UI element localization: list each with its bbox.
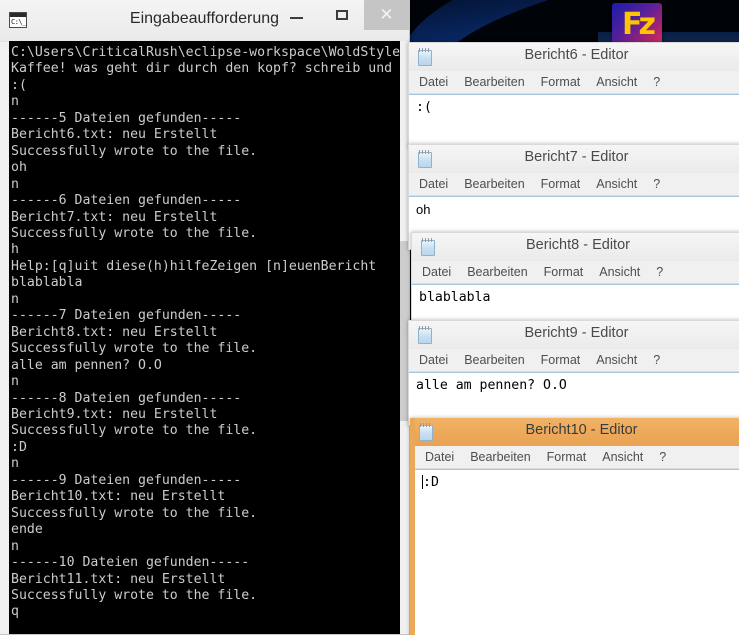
notepad-text-content: :D	[423, 475, 439, 490]
notepad-title-bar[interactable]: Bericht6 - Editor	[409, 43, 739, 71]
fz-logo-icon: Fz	[612, 3, 662, 47]
notepad-title-bar[interactable]: Bericht7 - Editor	[409, 145, 739, 173]
maximize-button[interactable]	[319, 0, 364, 30]
menu-item-ansicht[interactable]: Ansicht	[596, 75, 637, 89]
menu-item-ansicht[interactable]: Ansicht	[599, 265, 640, 279]
menu-item-datei[interactable]: Datei	[419, 177, 448, 191]
close-icon: ✕	[379, 5, 394, 25]
notepad-title-text: Bericht7 - Editor	[524, 149, 629, 165]
notepad-text-area[interactable]: :(	[409, 94, 739, 147]
menu-item-hilfe[interactable]: ?	[653, 75, 660, 89]
minimize-icon	[290, 17, 303, 19]
cmd-console-area[interactable]: C:\Users\CriticalRush\eclipse-workspace\…	[9, 41, 407, 634]
notepad-title-bar[interactable]: Bericht8 - Editor	[412, 233, 739, 261]
menu-item-ansicht[interactable]: Ansicht	[596, 353, 637, 367]
command-prompt-window[interactable]: C:\_ Eingabeaufforderung ✕ C:\Users\Crit…	[0, 0, 410, 635]
menu-item-bearbeiten[interactable]: Bearbeiten	[470, 450, 530, 464]
cmd-caption-buttons: ✕	[274, 0, 409, 30]
notepad-menu-bar[interactable]: Datei Bearbeiten Format Ansicht ?	[409, 349, 739, 372]
menu-item-bearbeiten[interactable]: Bearbeiten	[467, 265, 527, 279]
cmd-console-text: C:\Users\CriticalRush\eclipse-workspace\…	[11, 45, 401, 620]
menu-item-format[interactable]: Format	[541, 353, 581, 367]
menu-item-datei[interactable]: Datei	[425, 450, 454, 464]
notepad-window-bericht9[interactable]: Bericht9 - Editor Datei Bearbeiten Forma…	[408, 320, 739, 426]
fz-logo-glyph: Fz	[622, 7, 656, 42]
notepad-title-text: Bericht8 - Editor	[526, 237, 630, 253]
menu-item-bearbeiten[interactable]: Bearbeiten	[464, 75, 524, 89]
menu-item-datei[interactable]: Datei	[419, 75, 448, 89]
close-button[interactable]: ✕	[364, 0, 409, 30]
menu-item-hilfe[interactable]: ?	[653, 177, 660, 191]
menu-item-ansicht[interactable]: Ansicht	[596, 177, 637, 191]
menu-item-hilfe[interactable]: ?	[659, 450, 666, 464]
notepad-window-bericht10[interactable]: Bericht10 - Editor Datei Bearbeiten Form…	[410, 418, 739, 635]
menu-item-ansicht[interactable]: Ansicht	[602, 450, 643, 464]
notepad-window-bericht6[interactable]: Bericht6 - Editor Datei Bearbeiten Forma…	[408, 42, 739, 148]
notepad-menu-bar[interactable]: Datei Bearbeiten Format Ansicht ?	[409, 71, 739, 94]
notepad-menu-bar[interactable]: Datei Bearbeiten Format Ansicht ?	[409, 173, 739, 196]
notepad-text-area-active[interactable]: :D	[415, 469, 739, 635]
menu-item-hilfe[interactable]: ?	[653, 353, 660, 367]
cmd-title-bar[interactable]: C:\_ Eingabeaufforderung ✕	[0, 0, 409, 42]
menu-item-datei[interactable]: Datei	[419, 353, 448, 367]
menu-item-format[interactable]: Format	[541, 177, 581, 191]
notepad-title-text: Bericht9 - Editor	[524, 325, 629, 341]
menu-item-bearbeiten[interactable]: Bearbeiten	[464, 353, 524, 367]
menu-item-format[interactable]: Format	[541, 75, 581, 89]
desktop-screen: Fz C:\_ Eingabeaufforderung ✕ C:\Users\C…	[0, 0, 739, 635]
menu-item-bearbeiten[interactable]: Bearbeiten	[464, 177, 524, 191]
menu-item-format[interactable]: Format	[544, 265, 584, 279]
notepad-title-bar-active[interactable]: Bericht10 - Editor	[415, 418, 739, 446]
minimize-button[interactable]	[274, 0, 319, 30]
notepad-menu-bar[interactable]: Datei Bearbeiten Format Ansicht ?	[415, 446, 739, 469]
menu-item-datei[interactable]: Datei	[422, 265, 451, 279]
notepad-title-text: Bericht6 - Editor	[524, 47, 629, 63]
notepad-title-bar[interactable]: Bericht9 - Editor	[409, 321, 739, 349]
notepad-title-text: Bericht10 - Editor	[525, 422, 638, 438]
menu-item-format[interactable]: Format	[547, 450, 587, 464]
notepad-menu-bar[interactable]: Datei Bearbeiten Format Ansicht ?	[412, 261, 739, 284]
menu-item-hilfe[interactable]: ?	[656, 265, 663, 279]
maximize-icon	[336, 10, 348, 20]
